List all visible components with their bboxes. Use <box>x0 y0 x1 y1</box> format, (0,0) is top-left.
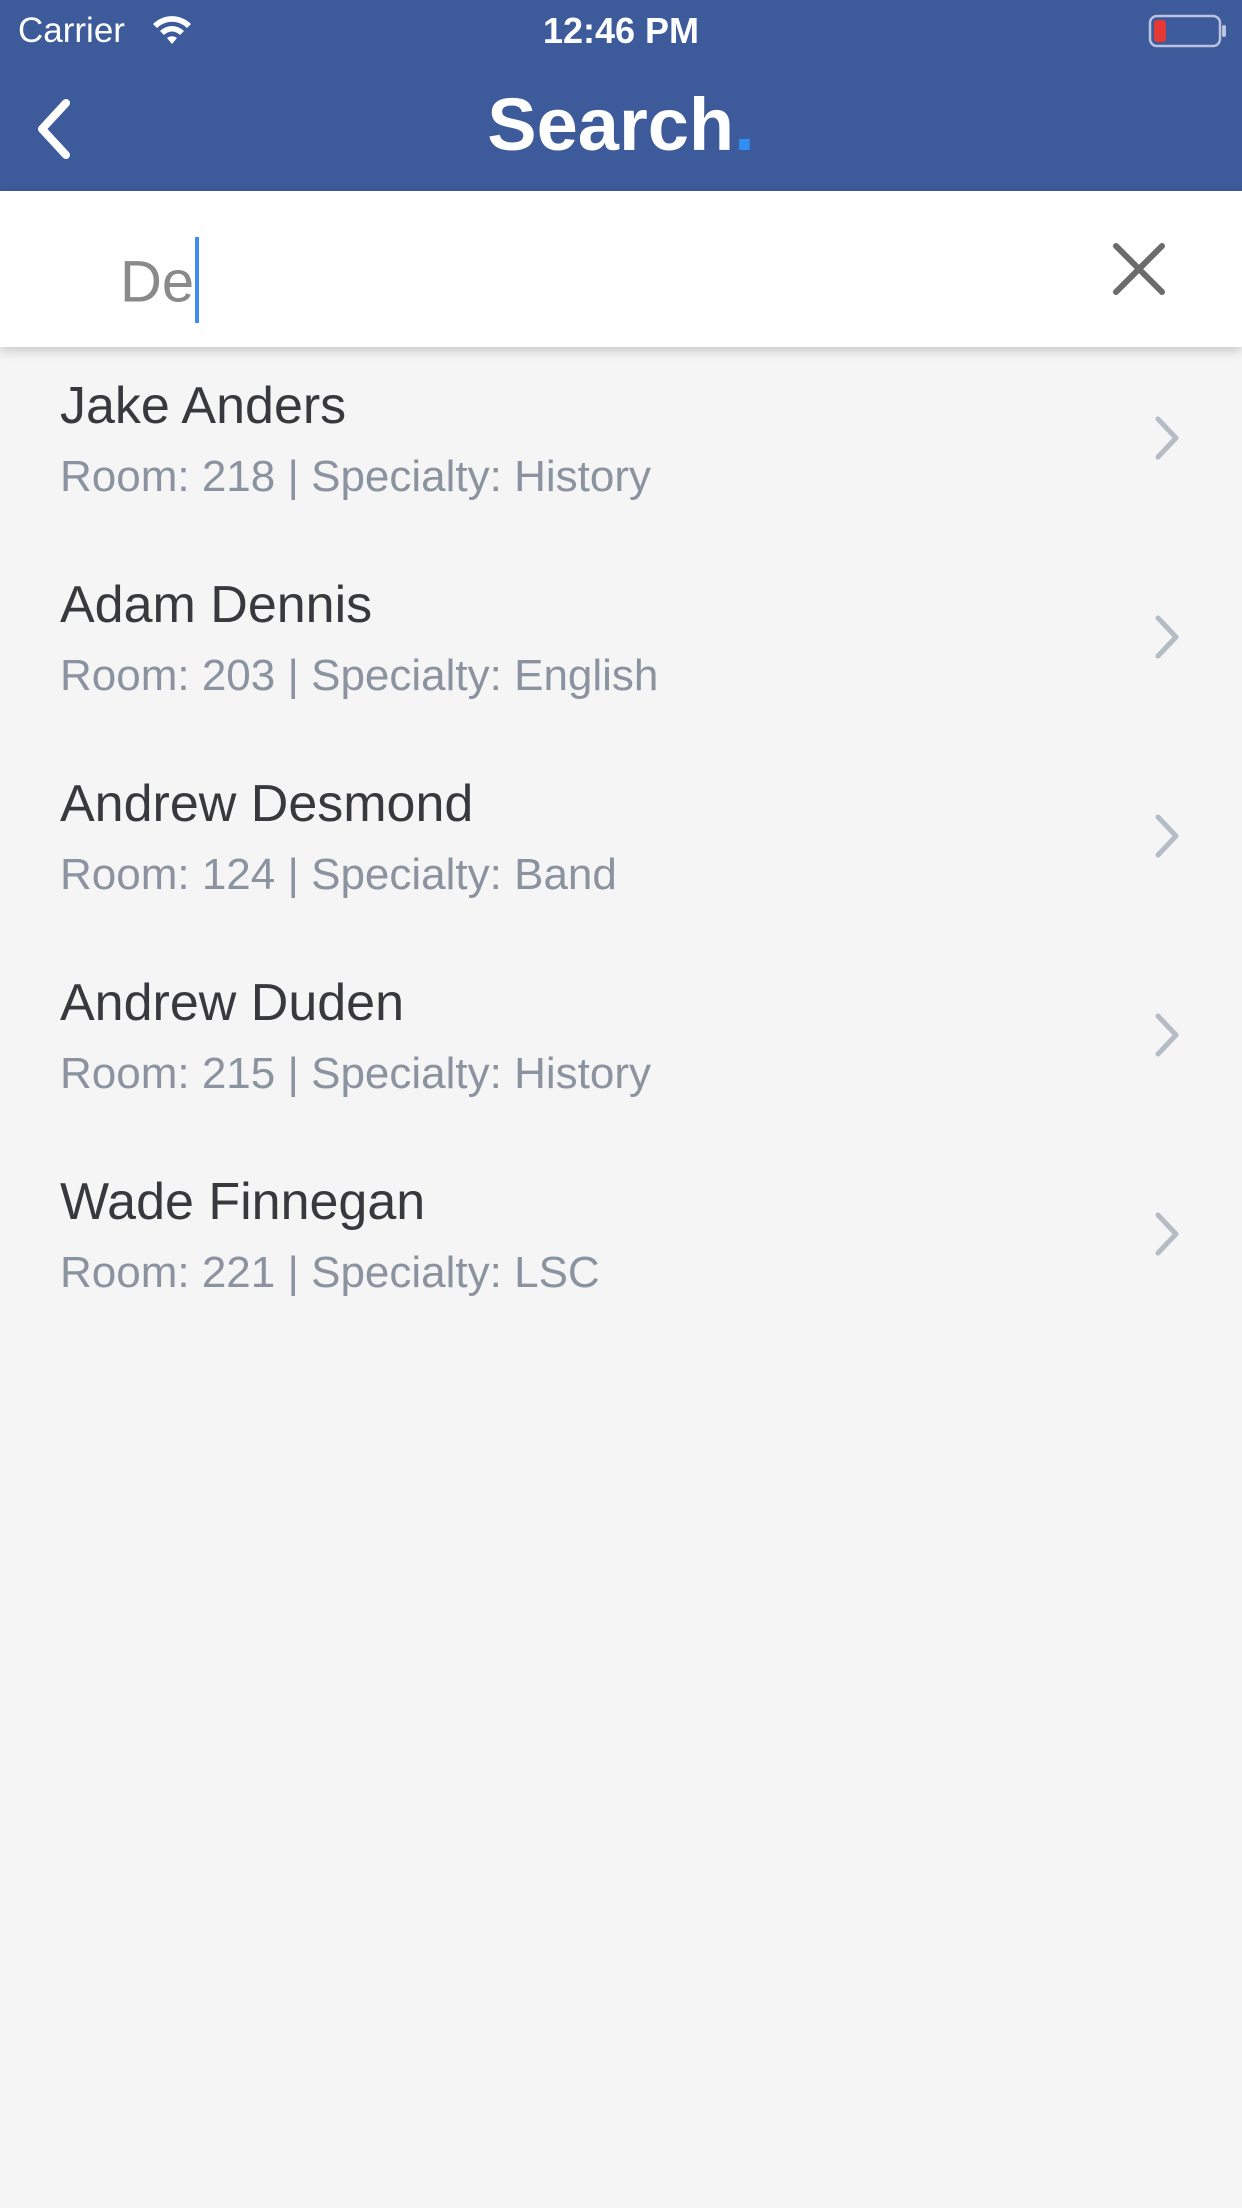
list-item[interactable]: Adam Dennis Room: 203 | Specialty: Engli… <box>0 546 1242 745</box>
page-title: Search. <box>0 80 1242 170</box>
chevron-right-icon <box>1155 814 1179 858</box>
status-bar: Carrier 12:46 PM <box>0 0 1242 62</box>
list-item[interactable]: Andrew Desmond Room: 124 | Specialty: Ba… <box>0 745 1242 944</box>
header-bar: Carrier 12:46 PM Search. <box>0 0 1242 191</box>
result-details: Room: 203 | Specialty: English <box>60 651 659 700</box>
result-name: Adam Dennis <box>60 576 373 634</box>
chevron-right-icon <box>1155 416 1179 460</box>
text-caret <box>195 237 200 323</box>
search-input[interactable]: De <box>120 237 200 329</box>
battery-low-icon <box>1148 14 1226 48</box>
result-name: Andrew Duden <box>60 974 404 1032</box>
page-title-text: Search <box>487 83 735 166</box>
results-list: Jake Anders Room: 218 | Specialty: Histo… <box>0 347 1242 1342</box>
chevron-right-icon <box>1155 1212 1179 1256</box>
search-bar[interactable]: De <box>0 191 1242 347</box>
result-name: Jake Anders <box>60 377 347 435</box>
clear-search-button[interactable] <box>1106 236 1172 302</box>
status-time: 12:46 PM <box>542 10 700 51</box>
result-details: Room: 124 | Specialty: Band <box>60 850 617 899</box>
result-details: Room: 218 | Specialty: History <box>60 452 651 501</box>
list-item[interactable]: Wade Finnegan Room: 221 | Specialty: LSC <box>0 1143 1242 1342</box>
result-details: Room: 215 | Specialty: History <box>60 1049 651 1098</box>
close-icon <box>1113 243 1165 295</box>
chevron-right-icon <box>1155 615 1179 659</box>
result-name: Wade Finnegan <box>60 1173 426 1231</box>
list-item[interactable]: Jake Anders Room: 218 | Specialty: Histo… <box>0 347 1242 546</box>
result-details: Room: 221 | Specialty: LSC <box>60 1248 600 1297</box>
search-input-value: De <box>120 249 195 315</box>
list-item[interactable]: Andrew Duden Room: 215 | Specialty: Hist… <box>0 944 1242 1143</box>
page-title-dot: . <box>734 83 755 166</box>
result-name: Andrew Desmond <box>60 775 474 833</box>
chevron-right-icon <box>1155 1013 1179 1057</box>
